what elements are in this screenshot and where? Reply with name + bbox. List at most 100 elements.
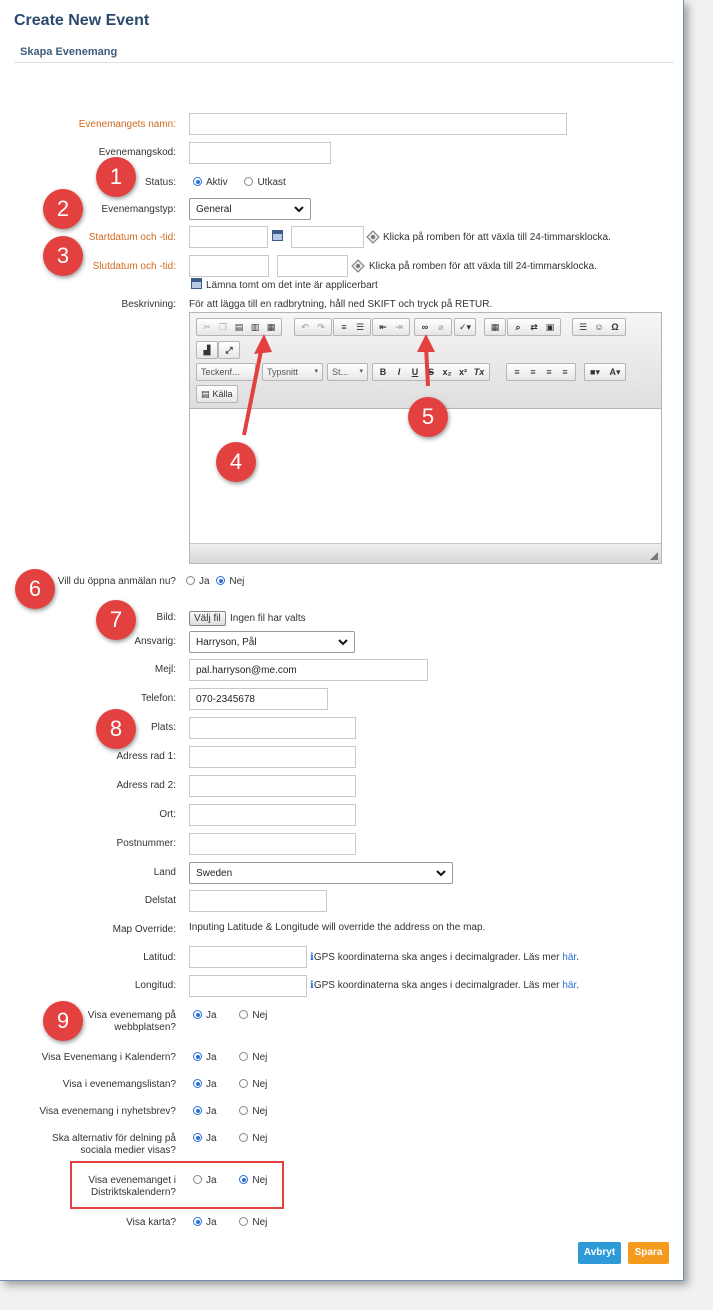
italic-icon[interactable]: I [391, 364, 407, 380]
place-input[interactable] [189, 717, 356, 739]
share-yes-option[interactable]: Ja [193, 1133, 217, 1144]
state-input[interactable] [189, 890, 327, 912]
insert-group: ☰ ☺ Ω [572, 318, 626, 336]
address1-input[interactable] [189, 746, 356, 768]
registration-yes-option[interactable]: Ja [186, 576, 210, 587]
radio-unchecked-icon[interactable] [239, 1052, 249, 1061]
country-select[interactable]: Sweden [189, 862, 453, 884]
show-web-no-option[interactable]: Nej [239, 1010, 267, 1021]
copy-icon[interactable]: ❐ [215, 319, 231, 335]
undo-icon[interactable]: ↶ [297, 319, 313, 335]
radio-checked-icon[interactable] [216, 576, 226, 585]
redo-icon[interactable]: ↷ [313, 319, 329, 335]
numbered-list-icon[interactable]: ≡ [336, 319, 352, 335]
event-name-input[interactable] [189, 113, 567, 135]
show-newsletter-yes-option[interactable]: Ja [193, 1106, 217, 1117]
font-size-combo[interactable]: St... ▾ [327, 363, 368, 381]
radio-checked-icon[interactable] [193, 1106, 202, 1115]
event-type-select[interactable]: General [189, 198, 311, 220]
table-icon[interactable]: ▦ [487, 319, 503, 335]
share-no-option[interactable]: Nej [239, 1133, 267, 1144]
registration-no-option[interactable]: Nej [216, 576, 244, 587]
show-list-no-option[interactable]: Nej [239, 1079, 267, 1090]
responsible-select[interactable]: Harryson, Pål [189, 631, 355, 653]
radio-unchecked-icon[interactable] [239, 1010, 249, 1019]
phone-field[interactable]: 070-2345678 [189, 688, 328, 710]
show-web-yes-option[interactable]: Ja [193, 1010, 217, 1021]
divider [14, 62, 674, 63]
save-button[interactable]: Spara [628, 1242, 669, 1264]
show-newsletter-radio-group: Ja Nej [193, 1106, 281, 1117]
radio-unchecked-icon[interactable] [193, 1175, 202, 1184]
radio-unchecked-icon[interactable] [239, 1133, 249, 1142]
align-center-icon[interactable]: ≡ [525, 364, 541, 380]
state-label: Delstat [144, 895, 176, 906]
align-right-icon[interactable]: ≡ [541, 364, 557, 380]
align-left-icon[interactable]: ≡ [509, 364, 525, 380]
radio-checked-icon[interactable] [239, 1175, 249, 1184]
remove-format-icon[interactable]: Tx [471, 364, 487, 380]
radio-unchecked-icon[interactable] [186, 576, 195, 585]
outdent-icon[interactable]: ⇤ [375, 319, 391, 335]
align-justify-icon[interactable]: ≡ [557, 364, 573, 380]
start-time-input[interactable] [291, 226, 364, 248]
indent-icon[interactable]: ⇥ [391, 319, 407, 335]
show-calendar-no-option[interactable]: Nej [239, 1052, 267, 1063]
show-list-yes-option[interactable]: Ja [193, 1079, 217, 1090]
address2-input[interactable] [189, 775, 356, 797]
district-yes-option[interactable]: Ja [193, 1175, 217, 1186]
bold-icon[interactable]: B [375, 364, 391, 380]
longitude-input[interactable] [189, 975, 307, 997]
resize-handle-icon[interactable] [650, 552, 658, 560]
smiley-icon[interactable]: ☺ [591, 319, 607, 335]
calendar-icon[interactable] [272, 230, 283, 241]
read-more-link[interactable]: här [562, 952, 576, 963]
spellcheck-icon[interactable]: ✓▾ [457, 319, 473, 335]
calendar-icon[interactable] [191, 278, 202, 289]
rhombus-toggle-icon[interactable] [351, 259, 365, 273]
event-code-input[interactable] [189, 142, 331, 164]
show-calendar-yes-option[interactable]: Ja [193, 1052, 217, 1063]
zip-input[interactable] [189, 833, 356, 855]
end-date-input[interactable] [189, 255, 269, 277]
show-map-label: Visa karta? [126, 1217, 176, 1228]
cut-icon[interactable]: ✂ [199, 319, 215, 335]
radio-unchecked-icon[interactable] [239, 1079, 249, 1088]
select-all-icon[interactable]: ▣ [542, 319, 558, 335]
start-date-input[interactable] [189, 226, 268, 248]
find-icon[interactable]: ⌕ [510, 319, 526, 335]
radio-unchecked-icon[interactable] [239, 1217, 249, 1226]
special-char-icon[interactable]: Ω [607, 319, 623, 335]
radio-checked-icon[interactable] [193, 1133, 202, 1142]
radio-checked-icon[interactable] [193, 177, 202, 186]
choose-file-button[interactable]: Välj fil [189, 611, 226, 626]
email-field[interactable]: pal.harryson@me.com [189, 659, 428, 681]
city-input[interactable] [189, 804, 356, 826]
status-draft-option[interactable]: Utkast [244, 177, 286, 188]
show-map-yes-option[interactable]: Ja [193, 1217, 217, 1228]
status-active-option[interactable]: Aktiv [193, 177, 228, 188]
radio-unchecked-icon[interactable] [239, 1106, 249, 1115]
latitude-input[interactable] [189, 946, 307, 968]
end-time-input[interactable] [277, 255, 348, 277]
show-map-no-option[interactable]: Nej [239, 1217, 267, 1228]
end-time-hint: Klicka på romben för att växla till 24-t… [369, 261, 597, 272]
show-newsletter-no-option[interactable]: Nej [239, 1106, 267, 1117]
undo-group: ↶ ↷ [294, 318, 332, 336]
radio-unchecked-icon[interactable] [244, 177, 254, 186]
rhombus-toggle-icon[interactable] [366, 230, 380, 244]
replace-icon[interactable]: ⇄ [526, 319, 542, 335]
radio-checked-icon[interactable] [193, 1217, 202, 1226]
bulleted-list-icon[interactable]: ☰ [352, 319, 368, 335]
superscript-icon[interactable]: x² [455, 364, 471, 380]
background-color-icon[interactable]: ■▾ [587, 364, 603, 380]
horizontal-line-icon[interactable]: ☰ [575, 319, 591, 335]
read-more-link[interactable]: här [562, 980, 576, 991]
radio-checked-icon[interactable] [193, 1079, 202, 1088]
radio-checked-icon[interactable] [193, 1010, 202, 1019]
text-color-icon[interactable]: A▾ [607, 364, 623, 380]
chart-icon[interactable]: ▟ [199, 342, 215, 358]
radio-checked-icon[interactable] [193, 1052, 202, 1061]
district-no-option[interactable]: Nej [239, 1175, 267, 1186]
cancel-button[interactable]: Avbryt [578, 1242, 621, 1264]
